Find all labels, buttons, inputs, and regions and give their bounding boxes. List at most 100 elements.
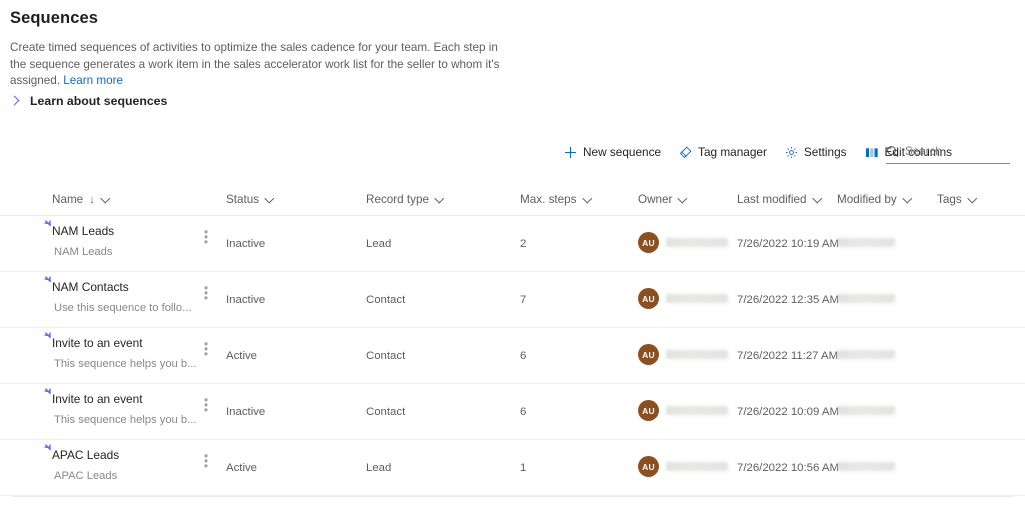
modified-by-name-redacted [837,462,895,471]
table-row[interactable]: NAM Leads NAM Leads • • • Inactive Lead … [0,216,1025,272]
last-modified-cell: 7/26/2022 10:19 AM [737,238,839,250]
plus-icon [564,146,577,159]
search-input[interactable]: Search [905,145,942,158]
max-steps-cell: 1 [520,462,527,474]
name-cell: NAM Leads NAM Leads [44,220,202,259]
sequence-name-link[interactable]: Invite to an event [52,336,202,350]
chevron-down-icon [583,195,592,204]
table-bottom-divider [12,496,1013,497]
modified-by-cell [837,350,895,362]
more-vertical-icon: • [203,459,209,473]
modified-by-name-redacted [837,294,895,303]
modified-by-name-redacted [837,406,895,415]
chevron-down-icon [265,195,274,204]
table-body: NAM Leads NAM Leads • • • Inactive Lead … [0,216,1025,496]
status-cell: Inactive [226,238,266,250]
row-overflow-menu-button[interactable]: • • • [200,394,212,417]
columns-icon [865,146,879,159]
sequence-icon [44,444,57,457]
tag-manager-label: Tag manager [698,145,767,159]
row-overflow-menu-button[interactable]: • • • [200,338,212,361]
more-vertical-icon: • [203,403,209,417]
sequence-description: APAC Leads [54,470,118,482]
modified-by-cell [837,406,895,418]
name-cell: Invite to an event This sequence helps y… [44,332,202,371]
sequence-name-link[interactable]: Invite to an event [52,392,202,406]
new-sequence-button[interactable]: New sequence [555,139,670,165]
column-header-owner[interactable]: Owner [638,193,687,206]
table-row[interactable]: APAC Leads APAC Leads • • • Active Lead … [0,440,1025,496]
record-type-cell: Lead [366,238,392,250]
modified-by-cell [837,238,895,250]
gear-icon [785,146,798,159]
column-header-last-modified[interactable]: Last modified [737,193,822,206]
more-vertical-icon: • [203,291,209,305]
column-header-max-steps-label: Max. steps [520,193,577,206]
last-modified-cell: 7/26/2022 10:56 AM [737,462,839,474]
avatar: AU [638,232,659,253]
chevron-down-icon [101,195,110,204]
sequence-icon [44,276,57,289]
search-icon [886,145,899,158]
last-modified-cell: 7/26/2022 11:27 AM [737,350,839,362]
name-cell: NAM Contacts Use this sequence to follo.… [44,276,202,315]
name-cell: Invite to an event This sequence helps y… [44,388,202,427]
table-row[interactable]: Invite to an event This sequence helps y… [0,328,1025,384]
avatar: AU [638,400,659,421]
table-row[interactable]: Invite to an event This sequence helps y… [0,384,1025,440]
status-cell: Inactive [226,294,266,306]
row-overflow-menu-button[interactable]: • • • [200,226,212,249]
row-overflow-menu-button[interactable]: • • • [200,282,212,305]
more-vertical-icon: • [203,235,209,249]
status-cell: Inactive [226,406,266,418]
column-header-tags-label: Tags [937,193,962,206]
owner-name-redacted [666,462,728,471]
sequence-name-link[interactable]: NAM Leads [52,224,202,238]
status-cell: Active [226,462,258,474]
column-header-status[interactable]: Status [226,193,274,206]
column-header-status-label: Status [226,193,260,206]
sequence-icon [44,332,57,345]
owner-name-redacted [666,406,728,415]
row-overflow-menu-button[interactable]: • • • [200,450,212,473]
column-header-owner-label: Owner [638,193,673,206]
avatar: AU [638,288,659,309]
table-header-row: Name ↓ Status Record type Max. steps Own… [0,186,1025,216]
column-header-max-steps[interactable]: Max. steps [520,193,592,206]
search-box[interactable]: Search [886,141,1010,164]
max-steps-cell: 6 [520,350,527,362]
owner-name-redacted [666,350,728,359]
modified-by-name-redacted [837,350,895,359]
chevron-down-icon [968,195,977,204]
column-header-tags[interactable]: Tags [937,193,977,206]
column-header-record-type[interactable]: Record type [366,193,444,206]
page-description: Create timed sequences of activities to … [10,40,500,90]
column-header-name[interactable]: Name ↓ [52,193,110,206]
modified-by-cell [837,294,895,306]
max-steps-cell: 2 [520,238,527,250]
modified-by-cell [837,462,895,474]
sequence-name-link[interactable]: APAC Leads [52,448,202,462]
owner-cell: AU [638,232,728,253]
learn-about-sequences-expander[interactable]: Learn about sequences [10,94,167,108]
learn-about-sequences-label: Learn about sequences [30,94,168,108]
sequence-name-link[interactable]: NAM Contacts [52,280,202,294]
owner-cell: AU [638,456,728,477]
owner-cell: AU [638,400,728,421]
sort-descending-icon: ↓ [89,193,95,206]
new-sequence-label: New sequence [583,145,662,159]
sequence-description: NAM Leads [54,246,113,258]
column-header-modified-by[interactable]: Modified by [837,193,912,206]
settings-button[interactable]: Settings [776,139,856,165]
table-row[interactable]: NAM Contacts Use this sequence to follo.… [0,272,1025,328]
more-vertical-icon: • [203,347,209,361]
learn-more-link[interactable]: Learn more [63,74,123,87]
avatar: AU [638,344,659,365]
chevron-down-icon [678,195,687,204]
page-title: Sequences [10,9,99,27]
column-header-last-modified-label: Last modified [737,193,807,206]
tag-icon [679,146,692,159]
tag-manager-button[interactable]: Tag manager [670,139,776,165]
record-type-cell: Contact [366,406,406,418]
sequence-description: This sequence helps you b... [54,358,197,370]
